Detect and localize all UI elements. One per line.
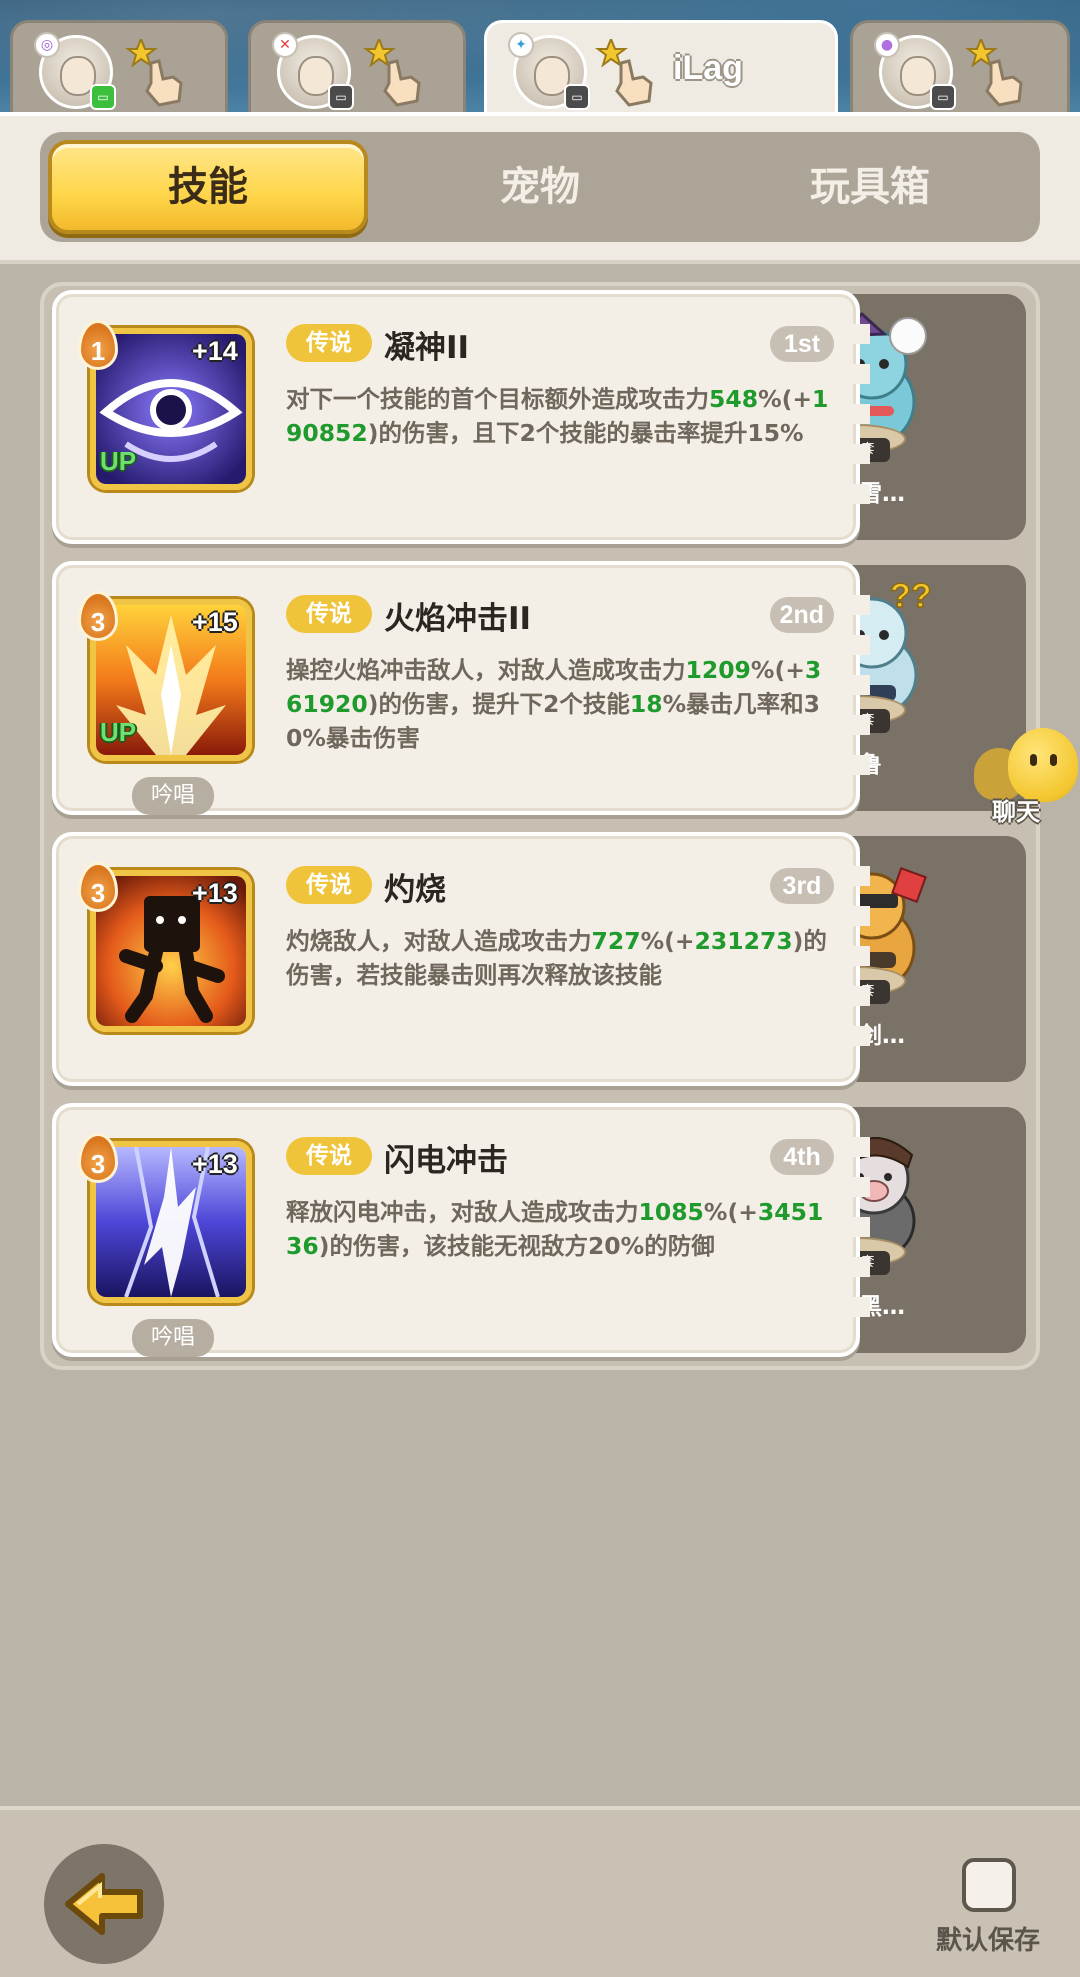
skill-row: 六件套 活跃的黑… 3 +13 吟唱 传说 闪电冲击 4th 释放闪电冲击，对敌… [52,1103,1032,1357]
card-edge-decoration [850,1137,870,1327]
chat-status-icon: ▭ [930,84,956,110]
skill-description: 释放闪电冲击，对敌人造成攻击力1085%(+345136)的伤害，该技能无视敌方… [286,1198,824,1260]
skill-plus-level: +13 [192,878,238,908]
player-avatar: ✦ ▭ [508,32,590,110]
class-icon: ● [874,32,900,58]
skill-rank-badge: 4th [770,1139,834,1175]
skill-description: 操控火焰冲击敌人，对敌人造成攻击力1209%(+361920)的伤害，提升下2个… [286,656,822,752]
skill-plus-level: +15 [192,607,238,637]
skill-list-panel: 六件套 快乐的雪… 1 +14 UP 传说 凝神II 1st 对下一个技能的首个… [40,282,1040,1370]
skill-name: 灼烧 [384,872,446,908]
player-tab-strip: ◎ ▭ ✕ ▭ ✦ ▭ iLag ● ▭ [0,0,1080,120]
player-tab-2[interactable]: ✕ ▭ [248,20,466,120]
skill-name: 凝神II [384,330,470,366]
card-edge-decoration [850,324,870,514]
pointing-hand-icon [965,39,1023,107]
class-icon: ◎ [34,32,60,58]
skill-plus-level: +14 [192,336,238,366]
tab-toybox[interactable]: 玩具箱 [710,140,1030,234]
skill-description: 灼烧敌人，对敌人造成攻击力727%(+231273)的伤害，若技能暴击则再次释放… [286,927,827,989]
skill-name: 火焰冲击II [384,601,532,637]
class-icon: ✕ [272,32,298,58]
card-edge-decoration [850,866,870,1056]
skill-card[interactable]: 1 +14 UP 传说 凝神II 1st 对下一个技能的首个目标额外造成攻击力5… [52,290,870,544]
rarity-tag: 传说 [286,324,372,362]
pointing-hand-icon [125,39,183,107]
player-avatar: ● ▭ [874,32,956,110]
chat-status-icon: ▭ [328,84,354,110]
chat-label: 聊天 [992,798,1040,826]
chant-badge: 吟唱 [132,777,214,815]
skill-name: 闪电冲击 [384,1143,508,1179]
skill-row: ?? 六件套 困惑的鲁 3 +15 UP 吟唱 传说 [52,561,1032,815]
rarity-tag: 传说 [286,866,372,904]
card-edge-decoration [850,595,870,785]
pointing-hand-icon [363,39,421,107]
skill-up-badge: UP [100,717,137,747]
chant-badge: 吟唱 [132,1319,214,1357]
player-tab-4[interactable]: ● ▭ [850,20,1070,120]
svg-text:??: ?? [890,577,932,615]
default-save-label: 默认保存 [936,1926,1041,1956]
player-avatar: ◎ ▭ [34,32,116,110]
tab-skills[interactable]: 技能 [48,140,368,234]
skill-rank-badge: 3rd [770,868,834,904]
back-button[interactable] [44,1844,164,1964]
skill-card[interactable]: 3 +15 UP 吟唱 传说 火焰冲击II 2nd 操控火焰冲击敌人，对敌人造成… [52,561,870,815]
skill-description: 对下一个技能的首个目标额外造成攻击力548%(+190852)的伤害，且下2个技… [286,385,829,447]
skill-plus-level: +13 [192,1149,238,1179]
subtab-bar: 技能 宠物 玩具箱 [40,132,1040,242]
chat-status-icon: ▭ [90,84,116,110]
back-arrow-icon [65,1873,143,1935]
player-tab-1[interactable]: ◎ ▭ [10,20,228,120]
skill-card[interactable]: 3 +13 吟唱 传说 闪电冲击 4th 释放闪电冲击，对敌人造成攻击力1085… [52,1103,870,1357]
rarity-tag: 传说 [286,1137,372,1175]
default-save-checkbox[interactable] [962,1858,1016,1912]
tab-pets[interactable]: 宠物 [380,140,700,234]
chat-button[interactable]: 聊天 [974,728,1080,828]
player-name: iLag [673,49,743,87]
chat-bubble-face-icon [1008,728,1078,802]
bottom-bar: 默认保存 [0,1806,1080,1977]
player-avatar: ✕ ▭ [272,32,354,110]
skill-rank-badge: 1st [770,326,834,362]
class-icon: ✦ [508,32,534,58]
skill-up-badge: UP [100,446,137,476]
skill-row: 六件套 暴躁的剑… 3 +13 传说 灼烧 3rd 灼烧敌人，对敌人造成攻击力7… [52,832,1032,1086]
skill-card[interactable]: 3 +13 传说 灼烧 3rd 灼烧敌人，对敌人造成攻击力727%(+23127… [52,832,870,1086]
skill-rank-badge: 2nd [769,597,834,633]
skill-row: 六件套 快乐的雪… 1 +14 UP 传说 凝神II 1st 对下一个技能的首个… [52,290,1032,544]
pointing-hand-icon [595,39,653,107]
subtab-bar-container: 技能 宠物 玩具箱 [0,112,1080,260]
rarity-tag: 传说 [286,595,372,633]
player-tab-3[interactable]: ✦ ▭ iLag [484,20,838,120]
chat-status-icon: ▭ [564,84,590,110]
